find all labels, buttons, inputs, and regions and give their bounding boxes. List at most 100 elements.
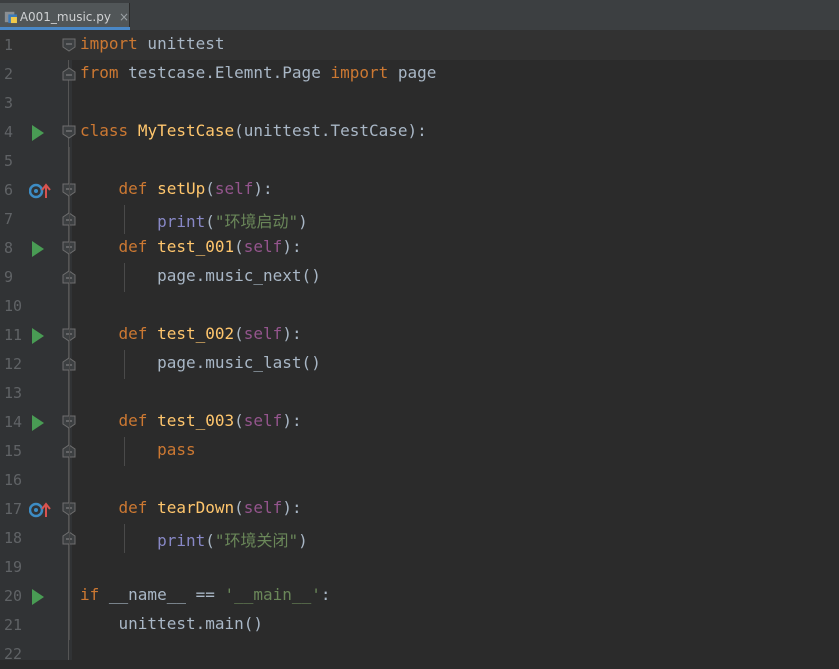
code-token: def [118,237,148,256]
code-line[interactable]: 13 [0,379,839,408]
code-line[interactable]: 4 class MyTestCase(unittest.TestCase): [0,118,839,147]
indent-guide [124,205,125,234]
fold-icon[interactable] [62,38,76,52]
code-token: "环境关闭" [214,531,299,550]
code-token: print [157,531,206,550]
code-token: __name__ == [99,585,225,604]
code-token: pass [157,440,196,459]
line-number: 13 [4,384,23,402]
code-line[interactable]: 12 page.music_last() [0,350,839,379]
code-token: ) [311,266,321,285]
line-number: 5 [4,152,14,170]
code-line[interactable]: 7 print("环境启动") [0,205,839,234]
code-line[interactable]: 5 [0,147,839,176]
code-token: import [80,34,138,53]
code-token: ): [253,179,273,198]
code-token: unittest.main() [80,614,264,633]
code-text: import unittest [80,34,225,53]
fold-icon[interactable] [62,125,76,139]
line-number: 21 [4,616,23,634]
code-token: '__main__' [224,585,321,604]
close-icon[interactable]: × [119,10,129,24]
run-icon[interactable] [32,328,44,344]
code-token: def [118,411,148,430]
code-text: if __name__ == '__main__': [80,585,330,604]
code-token: import [330,63,389,82]
indent-guide [124,263,125,292]
code-token: ( [234,237,244,256]
code-token: self [214,179,254,198]
line-number: 18 [4,529,23,547]
override-icon[interactable] [29,501,51,519]
line-number: 19 [4,558,23,576]
line-number: 9 [4,268,14,286]
line-number: 14 [4,413,23,431]
code-line[interactable]: 1 import unittest [0,31,839,60]
code-token: ( [234,498,244,517]
code-line[interactable]: 10 [0,292,839,321]
code-text: print("环境关闭") [80,527,308,551]
run-icon[interactable] [32,415,44,431]
code-text: def setUp(self): [80,179,273,198]
code-line[interactable]: 20 if __name__ == '__main__': [0,582,839,611]
code-text: page.music_next() [80,266,321,285]
line-number: 16 [4,471,23,489]
code-token: from [80,63,119,82]
code-line[interactable]: 16 [0,466,839,495]
code-token: def [118,324,148,343]
code-token: MyTestCase [137,121,235,140]
line-number: 12 [4,355,23,373]
code-line[interactable]: 2 from testcase.Elemnt.Page import page [0,60,839,89]
code-line[interactable]: 22 [0,640,839,669]
code-line[interactable]: 9 page.music_next() [0,263,839,292]
code-token: ( [205,531,215,550]
code-token: ( [205,212,215,231]
code-line[interactable]: 8 def test_001(self): [0,234,839,263]
line-number: 3 [4,94,14,112]
active-tab-indicator [0,27,130,30]
line-number: 4 [4,123,14,141]
code-token: ) [298,531,308,550]
code-text: page.music_last() [80,353,321,372]
code-line[interactable]: 11 def test_002(self): [0,321,839,350]
line-number: 17 [4,500,23,518]
line-number: 20 [4,587,23,605]
code-text: def test_002(self): [80,324,302,343]
code-line[interactable]: 18 print("环境关闭") [0,524,839,553]
line-number: 10 [4,297,23,315]
code-token: page.music_next( [80,266,312,285]
code-token: page [388,63,437,82]
fold-icon[interactable] [62,67,76,81]
code-line[interactable]: 21 unittest.main() [0,611,839,640]
code-line[interactable]: 6 def setUp(self): [0,176,839,205]
run-icon[interactable] [32,241,44,257]
code-line[interactable]: 19 [0,553,839,582]
code-line[interactable]: 17 def tearDown(self): [0,495,839,524]
code-line[interactable]: 3 [0,89,839,118]
line-number: 2 [4,65,14,83]
code-token: ): [282,237,302,256]
override-icon[interactable] [29,182,51,200]
code-token: unittest [137,34,225,53]
code-line[interactable]: 15 pass [0,437,839,466]
run-icon[interactable] [32,125,44,141]
run-icon[interactable] [32,589,44,605]
file-tab[interactable]: A001_music.py × [0,3,130,30]
code-token: : [320,585,331,604]
indent-guide [124,350,125,379]
code-editor[interactable]: 1 import unittest 2 from testcase.Elemnt.Pa… [0,31,839,663]
code-line[interactable]: 14 def test_003(self): [0,408,839,437]
code-token: test_001 [157,237,235,256]
code-text: def test_001(self): [80,237,302,256]
code-token: ( [234,324,244,343]
code-text: from testcase.Elemnt.Page import page [80,63,436,82]
code-token: setUp [157,179,206,198]
code-token: ) [298,212,308,231]
code-token: testcase.Elemnt.Page [118,63,331,82]
